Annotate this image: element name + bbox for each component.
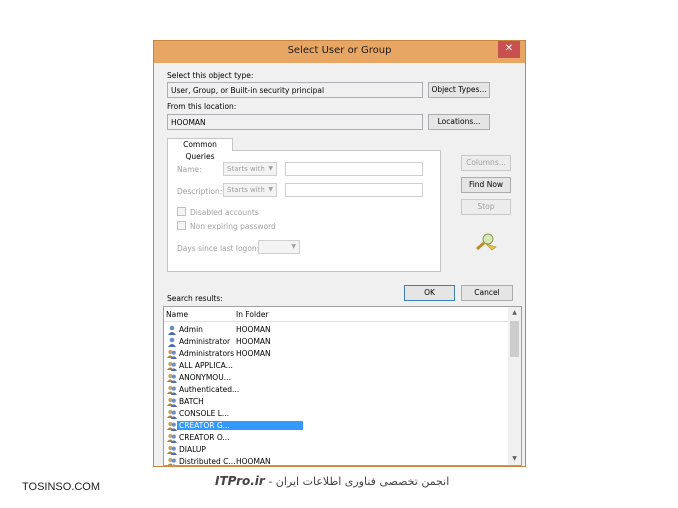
- group-icon: [167, 457, 177, 465]
- table-row[interactable]: Distributed C... HOOMAN: [164, 456, 509, 466]
- cancel-button[interactable]: Cancel: [461, 285, 513, 301]
- group-icon: [167, 445, 177, 455]
- table-row[interactable]: ANONYMOU...: [164, 372, 509, 384]
- scroll-up-icon[interactable]: ▲: [508, 307, 521, 319]
- description-mode-select[interactable]: Starts with ▼: [223, 183, 277, 197]
- days-since-logon-select[interactable]: ▼: [258, 240, 300, 254]
- row-name: ALL APPLICA...: [179, 361, 233, 370]
- search-animation-icon: [476, 233, 497, 251]
- table-row[interactable]: Authenticated...: [164, 384, 509, 396]
- group-icon: [167, 385, 177, 395]
- disabled-accounts-label: Disabled accounts: [190, 208, 259, 217]
- table-row[interactable]: CREATOR O...: [164, 432, 509, 444]
- watermark-left: TOSINSO.COM: [22, 481, 101, 493]
- ok-button[interactable]: OK: [404, 285, 455, 301]
- title-bar[interactable]: Select User or Group ✕: [154, 41, 525, 63]
- non-expiring-password-checkbox[interactable]: [177, 221, 186, 230]
- row-name: BATCH: [179, 397, 204, 406]
- non-expiring-password-label: Non expiring password: [190, 222, 276, 231]
- group-icon: [167, 397, 177, 407]
- days-since-logon-label: Days since last logon:: [177, 244, 260, 253]
- table-row[interactable]: CONSOLE L...: [164, 408, 509, 420]
- group-icon: [167, 361, 177, 371]
- group-icon: [167, 421, 177, 431]
- close-icon: ✕: [504, 43, 514, 54]
- name-label: Name:: [177, 165, 202, 174]
- location-label: From this location:: [167, 102, 237, 111]
- scroll-down-icon[interactable]: ▼: [508, 453, 521, 465]
- table-row[interactable]: Administrators HOOMAN: [164, 348, 509, 360]
- vertical-scrollbar[interactable]: ▲ ▼: [508, 307, 521, 465]
- row-name: DIALUP: [179, 445, 206, 454]
- locations-button[interactable]: Locations...: [428, 114, 490, 130]
- row-folder: HOOMAN: [236, 325, 271, 334]
- row-folder: HOOMAN: [236, 457, 271, 466]
- watermark-right: ITPro.ir - انجمن تخصصی فناوری اطلاعات ای…: [215, 474, 449, 488]
- chevron-down-icon: ▼: [268, 165, 273, 172]
- common-queries-panel: Name: Starts with ▼ Description: Starts w…: [167, 150, 441, 272]
- watermark-brand: ITPro.ir: [215, 474, 265, 488]
- row-folder: HOOMAN: [236, 349, 271, 358]
- row-name: Administrator: [179, 337, 231, 346]
- user-icon: [167, 325, 177, 335]
- group-icon: [167, 433, 177, 443]
- row-name: Administrators: [179, 349, 235, 358]
- row-folder: HOOMAN: [236, 337, 271, 346]
- name-mode-value: Starts with: [227, 165, 265, 173]
- row-name: Admin: [179, 325, 203, 334]
- object-type-field: User, Group, or Built-in security princi…: [167, 82, 423, 98]
- scrollbar-thumb[interactable]: [510, 321, 519, 357]
- select-user-dialog: Select User or Group ✕ Select this objec…: [153, 40, 526, 467]
- description-input[interactable]: [285, 183, 423, 197]
- table-row[interactable]: DIALUP: [164, 444, 509, 456]
- table-row[interactable]: Administrator HOOMAN: [164, 336, 509, 348]
- table-row[interactable]: Admin HOOMAN: [164, 324, 509, 336]
- name-input[interactable]: [285, 162, 423, 176]
- stop-button[interactable]: Stop: [461, 199, 511, 215]
- find-now-button[interactable]: Find Now: [461, 177, 511, 193]
- row-name: ANONYMOU...: [179, 373, 231, 382]
- chevron-down-icon: ▼: [291, 243, 296, 250]
- object-type-label: Select this object type:: [167, 71, 254, 80]
- user-icon: [167, 337, 177, 347]
- group-icon: [167, 349, 177, 359]
- location-field: HOOMAN: [167, 114, 423, 130]
- columns-button[interactable]: Columns...: [461, 155, 511, 171]
- row-name: CONSOLE L...: [179, 409, 230, 418]
- group-icon: [167, 373, 177, 383]
- row-name: CREATOR O...: [179, 433, 230, 442]
- group-icon: [167, 409, 177, 419]
- table-row[interactable]: ALL APPLICA...: [164, 360, 509, 372]
- column-header-name[interactable]: Name: [166, 310, 188, 319]
- table-row[interactable]: CREATOR G...: [164, 420, 509, 432]
- chevron-down-icon: ▼: [268, 186, 273, 193]
- row-name: CREATOR G...: [177, 421, 303, 430]
- name-mode-select[interactable]: Starts with ▼: [223, 162, 277, 176]
- row-name: Authenticated...: [179, 385, 240, 394]
- results-header: Name In Folder: [164, 307, 509, 322]
- dialog-title: Select User or Group: [287, 45, 392, 56]
- disabled-accounts-checkbox[interactable]: [177, 207, 186, 216]
- watermark-tagline: - انجمن تخصصی فناوری اطلاعات ایران: [264, 475, 450, 488]
- tab-common-queries[interactable]: Common Queries: [167, 138, 233, 161]
- description-label: Description:: [177, 187, 223, 196]
- row-name: Distributed C...: [179, 457, 236, 466]
- description-mode-value: Starts with: [227, 186, 265, 194]
- object-types-button[interactable]: Object Types...: [428, 82, 490, 98]
- search-results-label: Search results:: [167, 294, 223, 303]
- search-results-list[interactable]: Name In Folder Admin HOOMAN Administrator H…: [163, 306, 522, 466]
- column-header-in-folder[interactable]: In Folder: [236, 310, 269, 319]
- table-row[interactable]: BATCH: [164, 396, 509, 408]
- close-button[interactable]: ✕: [498, 41, 520, 58]
